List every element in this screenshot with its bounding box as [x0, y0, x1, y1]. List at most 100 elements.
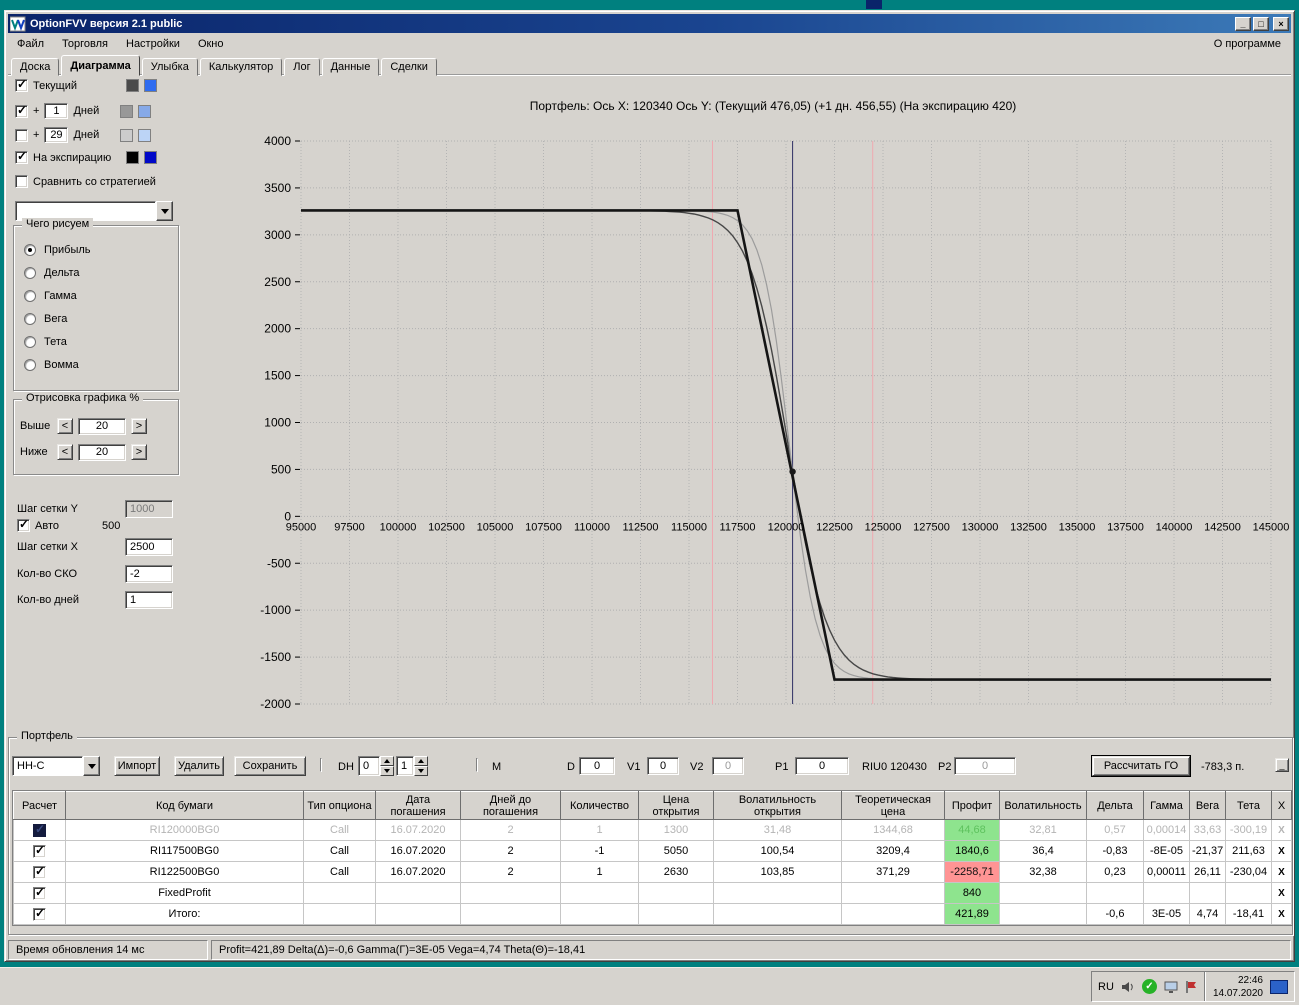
dh-checkbox[interactable] [320, 758, 322, 772]
draw-option-Вега[interactable]: Вега [14, 307, 178, 330]
m-checkbox[interactable] [476, 758, 478, 772]
row-delete-button[interactable]: X [1272, 883, 1292, 904]
radio-icon[interactable] [24, 359, 36, 371]
days-count-field[interactable]: 1 [125, 591, 173, 609]
language-indicator[interactable]: RU [1098, 981, 1114, 993]
expiration-checkbox[interactable] [15, 151, 28, 164]
row-delete-button[interactable]: X [1272, 904, 1292, 925]
spin-down-icon[interactable] [380, 766, 394, 776]
current-checkbox[interactable] [15, 79, 28, 92]
above-value-field[interactable]: 20 [78, 418, 126, 435]
plus1-color-swatch-1[interactable] [120, 105, 133, 118]
dh-spinner-1-value[interactable]: 0 [358, 756, 380, 776]
d-field[interactable]: 0 [579, 757, 615, 775]
grid-step-y-field[interactable]: 1000 [125, 500, 173, 518]
portfolio-combobox-arrow[interactable] [83, 756, 100, 776]
tab-Калькулятор[interactable]: Калькулятор [200, 58, 282, 76]
radio-icon[interactable] [24, 290, 36, 302]
draw-option-Вомма[interactable]: Вомма [14, 353, 178, 376]
column-header-6[interactable]: Цена открытия [639, 792, 714, 820]
current-color-swatch-2[interactable] [144, 79, 157, 92]
row-calc-checkbox[interactable] [33, 887, 46, 900]
tab-Данные[interactable]: Данные [322, 58, 380, 76]
current-color-swatch-1[interactable] [126, 79, 139, 92]
tab-Доска[interactable]: Доска [11, 58, 59, 76]
tab-Диаграмма[interactable]: Диаграмма [61, 55, 139, 76]
column-header-12[interactable]: Гамма [1144, 792, 1190, 820]
column-header-9[interactable]: Профит [945, 792, 1000, 820]
save-button[interactable]: Сохранить [234, 756, 306, 776]
radio-icon[interactable] [24, 244, 36, 256]
row-calc-checkbox[interactable] [33, 866, 46, 879]
draw-option-Прибыль[interactable]: Прибыль [14, 238, 178, 261]
taskbar[interactable]: RU ✓ 22:46 14.07.2020 [0, 967, 1299, 1005]
v2-field[interactable]: 0 [712, 757, 744, 775]
below-value-field[interactable]: 20 [78, 444, 126, 461]
below-increment-button[interactable]: > [131, 444, 147, 460]
dh-spinner-2-value[interactable]: 1 [396, 756, 414, 776]
expiration-color-swatch-2[interactable] [144, 151, 157, 164]
plus1-days-input[interactable]: 1 [44, 103, 68, 119]
row-calc-checkbox[interactable] [33, 845, 46, 858]
plus29-color-swatch-1[interactable] [120, 129, 133, 142]
flag-icon[interactable] [1185, 980, 1197, 994]
calc-margin-button[interactable]: Рассчитать ГО [1092, 756, 1190, 776]
expiration-color-swatch-1[interactable] [126, 151, 139, 164]
draw-option-Гамма[interactable]: Гамма [14, 284, 178, 307]
column-header-2[interactable]: Тип опциона [304, 792, 376, 820]
radio-icon[interactable] [24, 267, 36, 279]
spin-up-icon[interactable] [414, 756, 428, 766]
column-header-7[interactable]: Волатильность открытия [714, 792, 842, 820]
menu-item-Окно[interactable]: Окно [189, 35, 233, 53]
tab-Лог[interactable]: Лог [284, 58, 319, 76]
column-header-4[interactable]: Дней до погашения [461, 792, 561, 820]
menu-item-Файл[interactable]: Файл [8, 35, 53, 53]
above-increment-button[interactable]: > [131, 418, 147, 434]
payoff-chart[interactable]: -2000-1500-1000-500050010001500200025003… [253, 131, 1293, 716]
column-header-10[interactable]: Волатильность [1000, 792, 1087, 820]
row-calc-checkbox[interactable] [33, 824, 46, 837]
plus29-color-swatch-2[interactable] [138, 129, 151, 142]
title-bar[interactable]: OptionFVV версия 2.1 public _ □ × [8, 14, 1291, 33]
speaker-icon[interactable] [1121, 980, 1135, 994]
column-header-11[interactable]: Дельта [1087, 792, 1144, 820]
row-delete-button[interactable]: X [1272, 820, 1292, 841]
plus1-checkbox[interactable] [15, 105, 28, 118]
p2-field[interactable]: 0 [954, 757, 1016, 775]
below-decrement-button[interactable]: < [57, 444, 73, 460]
monitor-icon[interactable] [1164, 980, 1178, 994]
dh-spinner-1[interactable]: 0 [358, 756, 394, 776]
antivirus-check-icon[interactable]: ✓ [1142, 979, 1157, 994]
draw-option-Тета[interactable]: Тета [14, 330, 178, 353]
strategy-combobox-arrow[interactable] [156, 201, 173, 221]
network-tray-icon[interactable] [1270, 980, 1288, 994]
plus29-checkbox[interactable] [15, 129, 28, 142]
radio-icon[interactable] [24, 336, 36, 348]
p1-field[interactable]: 0 [795, 757, 849, 775]
about-menu-item[interactable]: О программе [1214, 38, 1291, 50]
sko-count-field[interactable]: -2 [125, 565, 173, 583]
row-calc-checkbox[interactable] [33, 908, 46, 921]
row-delete-button[interactable]: X [1272, 841, 1292, 862]
dh-spinner-2[interactable]: 1 [396, 756, 428, 776]
menu-item-Торговля[interactable]: Торговля [53, 35, 117, 53]
column-header-1[interactable]: Код бумаги [66, 792, 304, 820]
portfolio-combobox[interactable]: НН-С [12, 756, 100, 776]
tab-Сделки[interactable]: Сделки [381, 58, 437, 76]
panel-collapse-button[interactable]: _ [1275, 758, 1289, 772]
above-decrement-button[interactable]: < [57, 418, 73, 434]
menu-item-Настройки[interactable]: Настройки [117, 35, 189, 53]
spin-up-icon[interactable] [380, 756, 394, 766]
compare-checkbox[interactable] [15, 175, 28, 188]
tray-clock[interactable]: 22:46 14.07.2020 [1213, 974, 1263, 1000]
draw-option-Дельта[interactable]: Дельта [14, 261, 178, 284]
column-header-8[interactable]: Теоретическая цена [842, 792, 945, 820]
column-header-13[interactable]: Вега [1190, 792, 1226, 820]
close-button[interactable]: × [1273, 17, 1289, 31]
column-header-14[interactable]: Тета [1226, 792, 1272, 820]
v1-field[interactable]: 0 [647, 757, 679, 775]
column-header-3[interactable]: Дата погашения [376, 792, 461, 820]
tab-Улыбка[interactable]: Улыбка [142, 58, 198, 76]
radio-icon[interactable] [24, 313, 36, 325]
row-delete-button[interactable]: X [1272, 862, 1292, 883]
